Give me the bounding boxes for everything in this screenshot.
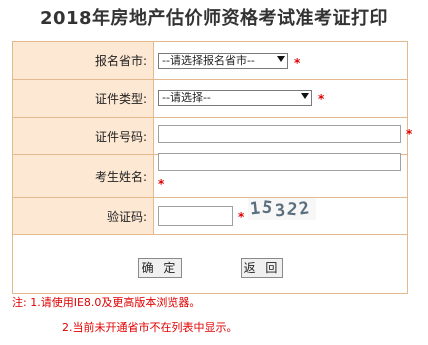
captcha-input[interactable] xyxy=(158,206,233,226)
chevron-down-icon xyxy=(277,56,285,62)
id-type-select[interactable]: --请选择-- xyxy=(158,90,312,106)
captcha-char: 2 xyxy=(285,199,299,220)
required-mark: * xyxy=(318,92,325,106)
captcha-char: 2 xyxy=(297,198,311,220)
province-select-value: --请选择报名省市-- xyxy=(162,54,255,67)
page-title: 2018年房地产估价师资格考试准考证打印 xyxy=(39,8,389,29)
chevron-down-icon xyxy=(301,93,309,99)
confirm-button[interactable]: 确 定 xyxy=(138,258,182,278)
province-select[interactable]: --请选择报名省市-- xyxy=(158,53,288,69)
province-label: 报名省市: xyxy=(13,42,154,79)
id-number-input[interactable] xyxy=(158,125,401,143)
captcha-image[interactable]: 1 5 3 2 2 xyxy=(248,198,316,220)
name-label: 考生姓名: xyxy=(13,155,154,197)
note-line-2: 2.当前未开通省市不在列表中显示。 xyxy=(62,321,238,334)
note-line-1: 注: 1.请使用IE8.0及更高版本浏览器。 xyxy=(12,296,201,309)
captcha-char: 5 xyxy=(260,198,274,219)
captcha-char: 3 xyxy=(274,200,286,220)
id-type-label: 证件类型: xyxy=(13,80,154,117)
required-mark: * xyxy=(158,177,165,191)
back-button[interactable]: 返 回 xyxy=(241,258,283,278)
name-input[interactable] xyxy=(158,153,401,171)
required-mark: * xyxy=(238,210,245,224)
required-mark: * xyxy=(294,56,301,70)
id-type-select-value: --请选择-- xyxy=(162,91,211,104)
required-mark: * xyxy=(406,127,413,141)
captcha-label: 验证码: xyxy=(13,198,154,234)
id-number-label: 证件号码: xyxy=(13,118,154,154)
captcha-char: 1 xyxy=(248,198,262,220)
